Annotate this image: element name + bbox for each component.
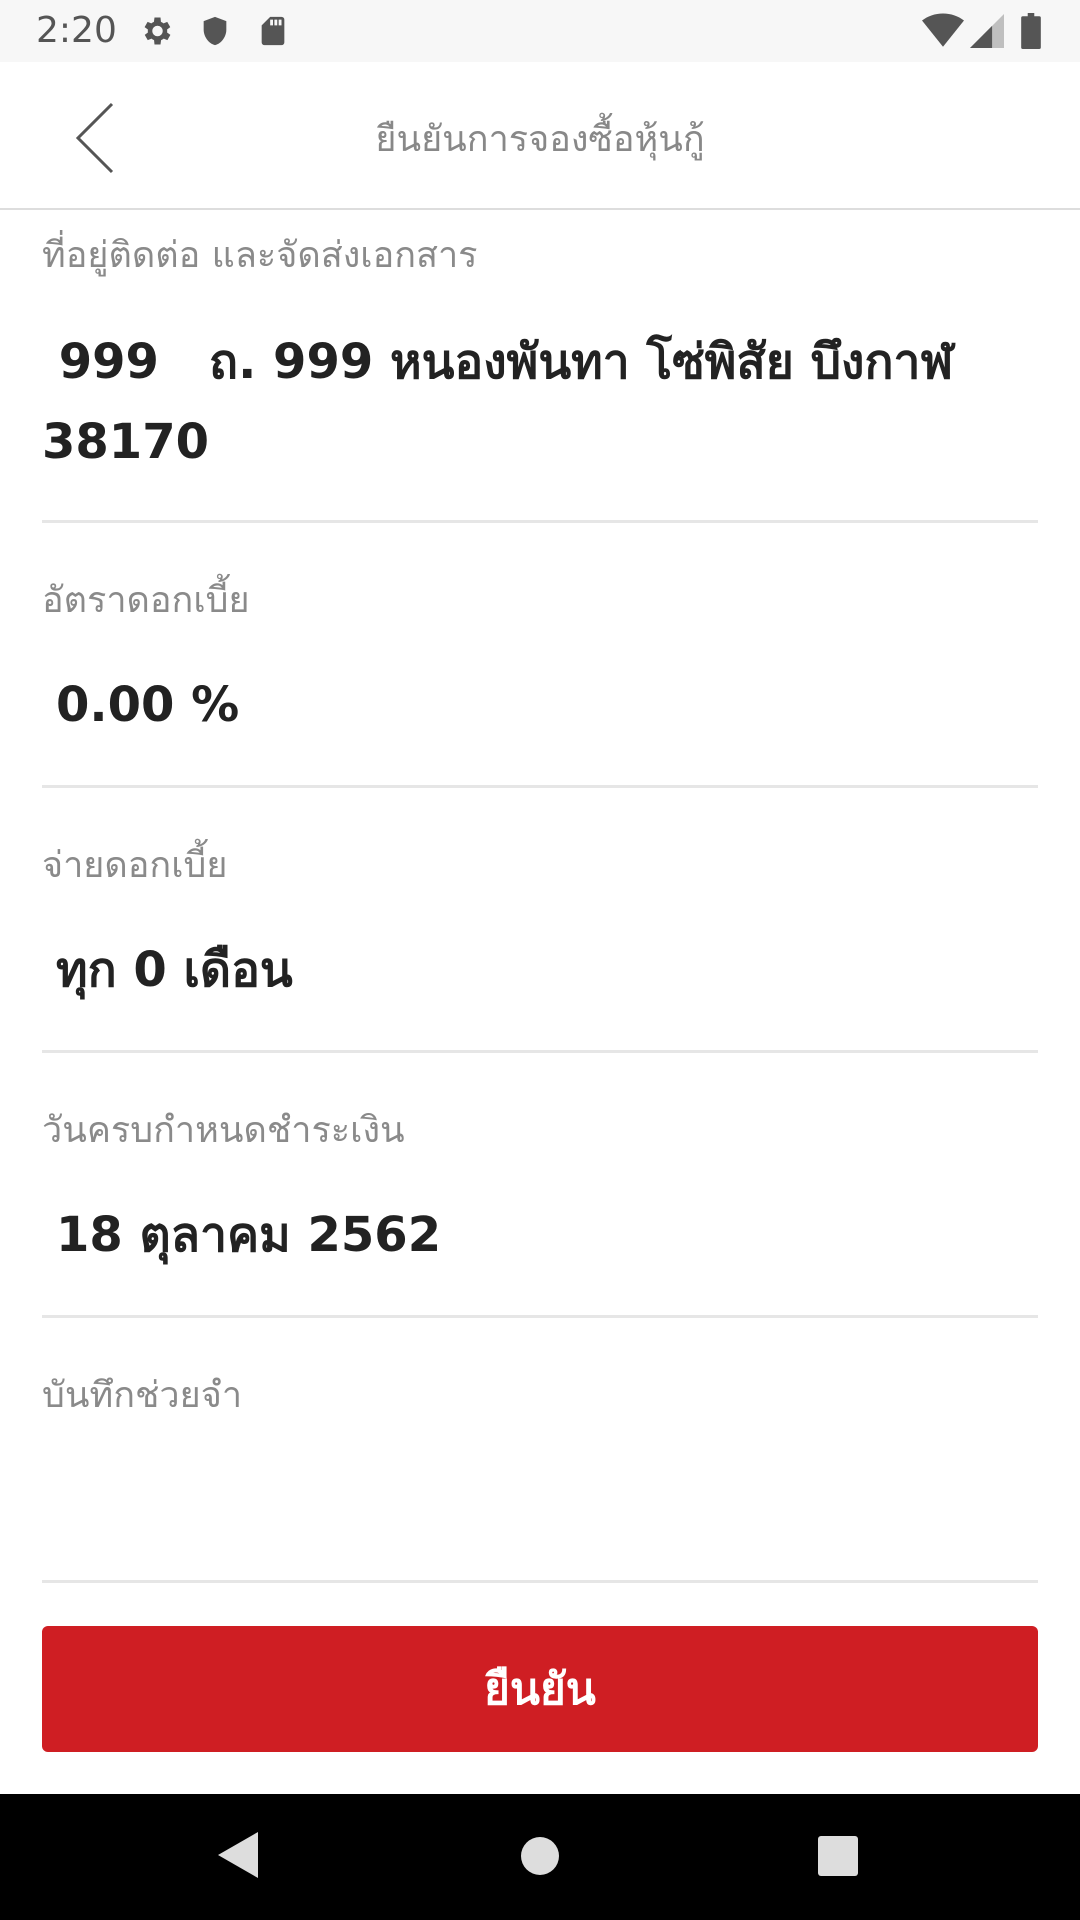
status-bar: 2:20	[0, 0, 1080, 62]
status-time: 2:20	[36, 10, 117, 51]
recents-square-icon[interactable]	[816, 1834, 860, 1878]
sd-card-icon	[261, 16, 285, 46]
page-title: ยืนยันการจองซื้อหุ้นกู้	[375, 119, 705, 160]
field-label: อัตราดอกเบี้ย	[42, 580, 250, 621]
field-label: จ่ายดอกเบี้ย	[42, 845, 228, 886]
field-label: ที่อยู่ติดต่อ และจัดส่งเอกสาร	[42, 235, 478, 276]
field-value: ทุก 0 เดือน	[56, 942, 293, 998]
battery-icon	[1021, 13, 1041, 49]
shield-icon	[203, 16, 227, 46]
system-nav-bar	[0, 1794, 1080, 1920]
field-label: บันทึกช่วยจำ	[42, 1375, 243, 1416]
field-value: 0.00 %	[56, 677, 240, 733]
wifi-icon	[922, 13, 964, 47]
field-interest-rate: อัตราดอกเบี้ย 0.00 %	[42, 523, 1038, 788]
gear-icon	[144, 17, 171, 45]
address-line-1: 999 ถ. 999 หนองพันทา โซ่พิสัย บึงกาฬ	[42, 334, 954, 390]
field-address: ที่อยู่ติดต่อ และจัดส่งเอกสาร 999 ถ. 999…	[42, 208, 1038, 523]
signal-icon	[970, 14, 1004, 48]
app-bar: ยืนยันการจองซื้อหุ้นกู้	[0, 62, 1080, 210]
confirm-button[interactable]: ยืนยัน	[42, 1626, 1038, 1752]
field-memo[interactable]: บันทึกช่วยจำ	[42, 1318, 1038, 1583]
home-circle-icon[interactable]	[518, 1834, 562, 1878]
address-line-2: 38170	[42, 414, 209, 470]
field-value: 999 ถ. 999 หนองพันทา โซ่พิสัย บึงกาฬ 381…	[42, 322, 953, 482]
back-triangle-icon[interactable]	[216, 1830, 260, 1880]
field-interest-payment: จ่ายดอกเบี้ย ทุก 0 เดือน	[42, 788, 1038, 1053]
field-label: วันครบกำหนดชำระเงิน	[42, 1110, 405, 1151]
field-due-date: วันครบกำหนดชำระเงิน 18 ตุลาคม 2562	[42, 1053, 1038, 1318]
field-value: 18 ตุลาคม 2562	[56, 1207, 442, 1263]
